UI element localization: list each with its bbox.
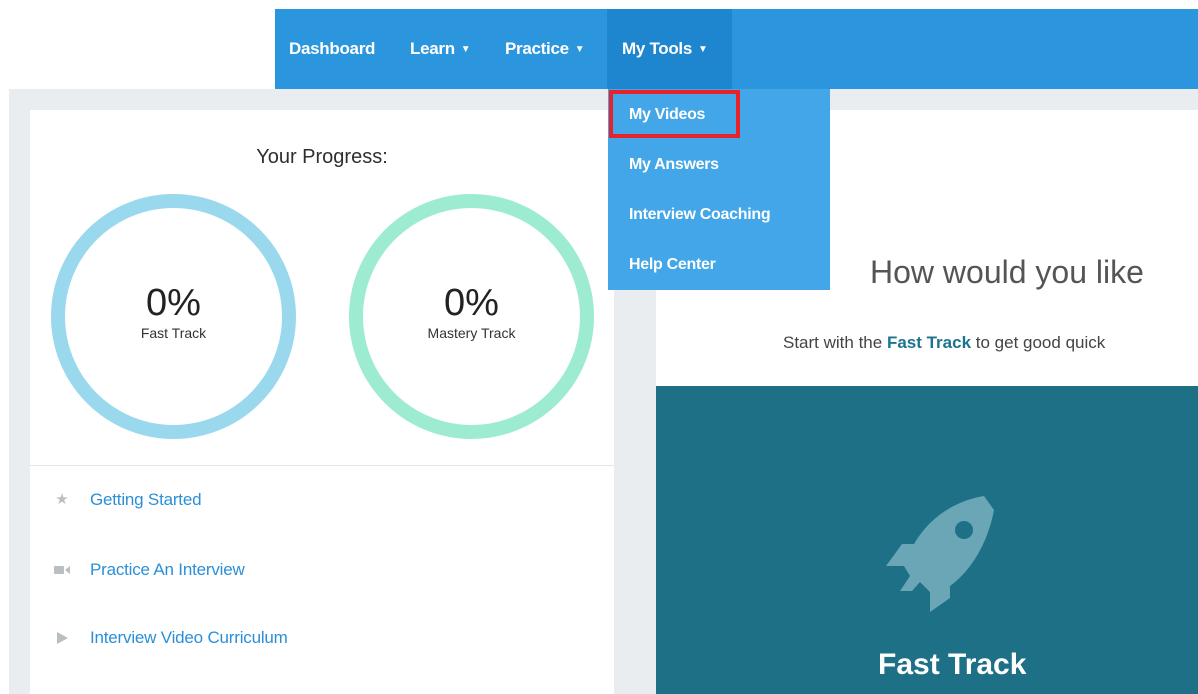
nav-learn-label: Learn: [410, 39, 455, 58]
nav-dashboard[interactable]: Dashboard: [289, 9, 375, 89]
menu-item-help-center[interactable]: Help Center: [629, 256, 716, 274]
fast-track-card-title: Fast Track: [878, 648, 1027, 681]
fast-track-card[interactable]: Fast Track: [656, 386, 1198, 694]
play-icon: [54, 630, 70, 646]
menu-item-my-videos[interactable]: My Videos: [629, 106, 705, 124]
rocket-icon: [886, 496, 994, 612]
progress-panel: Your Progress: 0% Fast Track 0% Mastery …: [30, 110, 614, 694]
caret-down-icon: ▼: [574, 43, 585, 55]
nav-practice-label: Practice: [505, 39, 569, 58]
subline-suffix: to get good quick: [971, 333, 1106, 352]
star-icon: ★: [55, 491, 69, 508]
nav-dashboard-label: Dashboard: [289, 39, 376, 58]
menu-item-interview-coaching[interactable]: Interview Coaching: [629, 206, 771, 224]
link-interview-video-curriculum[interactable]: Interview Video Curriculum: [30, 624, 614, 654]
nav-practice[interactable]: Practice ▼: [505, 9, 585, 89]
caret-down-icon: ▼: [698, 43, 708, 55]
link-getting-started-label: Getting Started: [90, 490, 202, 509]
menu-item-my-answers[interactable]: My Answers: [629, 156, 719, 174]
fast-track-progress-ring[interactable]: 0% Fast Track: [51, 194, 296, 439]
main-headline: How would you like: [870, 254, 1144, 290]
link-practice-interview-label: Practice An Interview: [90, 560, 245, 579]
nav-my-tools-label: My Tools: [622, 39, 693, 58]
nav-learn[interactable]: Learn ▼: [410, 9, 471, 89]
fast-track-percent: 0%: [146, 282, 201, 324]
subline-fast-track: Fast Track: [886, 333, 972, 352]
caret-down-icon: ▼: [460, 43, 471, 55]
link-getting-started[interactable]: ★ Getting Started: [30, 486, 614, 516]
mastery-track-label: Mastery Track: [427, 325, 516, 341]
top-navbar: Dashboard Learn ▼ Practice ▼ My Tools ▼: [275, 9, 1198, 89]
fast-track-label: Fast Track: [140, 325, 207, 341]
link-interview-video-curriculum-label: Interview Video Curriculum: [90, 628, 288, 647]
nav-my-tools[interactable]: My Tools ▼: [607, 9, 732, 89]
mastery-track-percent: 0%: [444, 282, 499, 324]
link-practice-interview[interactable]: Practice An Interview: [30, 556, 614, 586]
my-tools-dropdown: My Videos My Answers Interview Coaching …: [608, 89, 830, 290]
subline-prefix: Start with the: [783, 333, 887, 352]
video-camera-icon: [54, 562, 70, 578]
main-subline: Start with the Fast Track to get good qu…: [783, 333, 1105, 353]
divider: [30, 465, 614, 466]
progress-title: Your Progress:: [256, 146, 388, 168]
mastery-track-progress-ring[interactable]: 0% Mastery Track: [349, 194, 594, 439]
